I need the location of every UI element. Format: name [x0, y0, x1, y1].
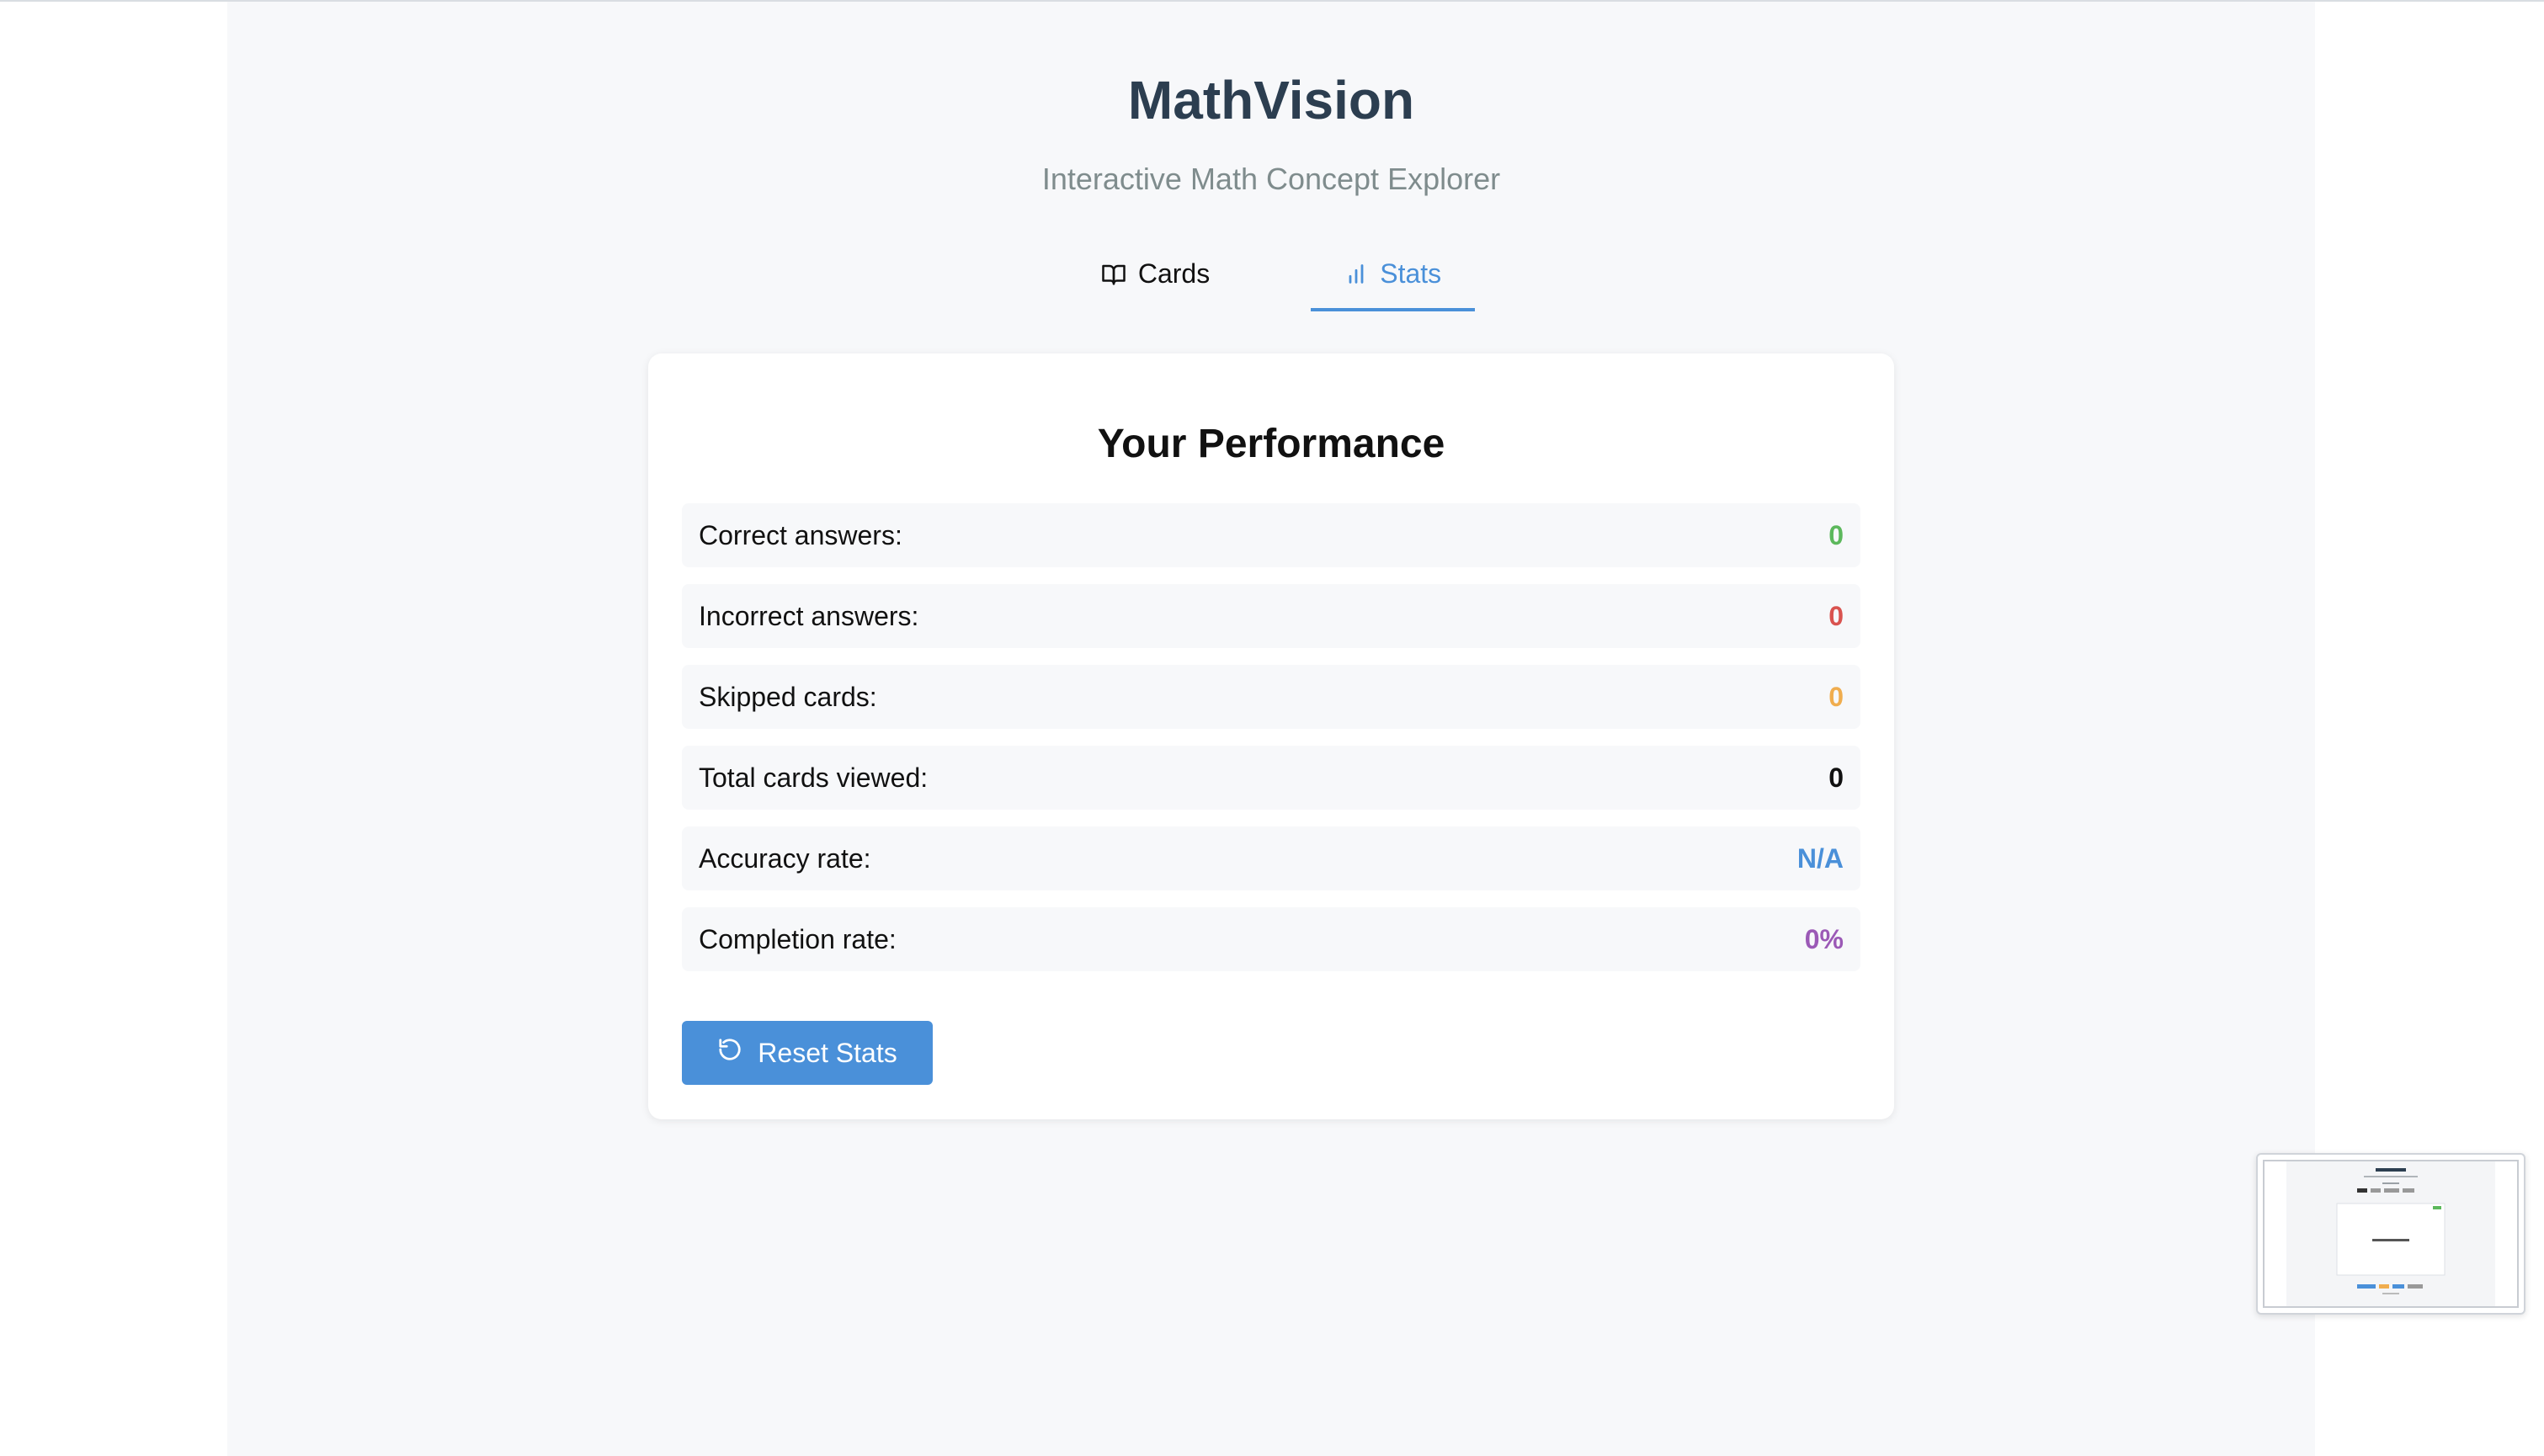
- tab-bar: Cards Stats: [227, 258, 2315, 311]
- stat-value-completion: 0%: [1804, 923, 1844, 954]
- performance-card: Your Performance Correct answers: 0 Inco…: [648, 353, 1894, 1119]
- stat-value-total: 0: [1828, 762, 1844, 793]
- tab-stats-label: Stats: [1380, 258, 1442, 289]
- stat-row-incorrect: Incorrect answers: 0: [682, 584, 1860, 648]
- stat-label: Skipped cards:: [699, 681, 877, 712]
- stat-value-correct: 0: [1828, 519, 1844, 550]
- preview-miniature: [2265, 1161, 2517, 1306]
- stat-value-skipped: 0: [1828, 681, 1844, 712]
- stats-list: Correct answers: 0 Incorrect answers: 0 …: [682, 503, 1860, 988]
- stat-row-correct: Correct answers: 0: [682, 503, 1860, 567]
- app-container: MathVision Interactive Math Concept Expl…: [227, 2, 2315, 1456]
- reset-stats-label: Reset Stats: [758, 1037, 897, 1068]
- stat-label: Completion rate:: [699, 923, 897, 954]
- stat-value-incorrect: 0: [1828, 600, 1844, 631]
- stat-row-total: Total cards viewed: 0: [682, 746, 1860, 810]
- tab-cards-label: Cards: [1137, 258, 1211, 289]
- preview-screen: [2263, 1160, 2519, 1308]
- performance-title: Your Performance: [1097, 422, 1445, 466]
- book-open-icon: [1101, 262, 1126, 287]
- stat-value-accuracy: N/A: [1796, 842, 1844, 874]
- stat-label: Incorrect answers:: [699, 600, 919, 631]
- stat-row-completion: Completion rate: 0%: [682, 907, 1860, 971]
- stat-label: Correct answers:: [699, 519, 902, 550]
- stat-label: Total cards viewed:: [699, 762, 929, 793]
- tab-cards[interactable]: Cards: [1067, 258, 1243, 311]
- reset-icon: [717, 1037, 742, 1069]
- app-title: MathVision: [1127, 70, 1415, 130]
- reset-stats-button[interactable]: Reset Stats: [682, 1021, 933, 1085]
- stat-row-skipped: Skipped cards: 0: [682, 665, 1860, 729]
- app-subtitle: Interactive Math Concept Explorer: [1041, 162, 1501, 196]
- stat-row-accuracy: Accuracy rate: N/A: [682, 826, 1860, 890]
- stat-label: Accuracy rate:: [699, 842, 871, 874]
- bar-chart-icon: [1344, 263, 1368, 286]
- tab-stats[interactable]: Stats: [1311, 258, 1476, 311]
- page-preview-thumbnail[interactable]: [2256, 1153, 2525, 1315]
